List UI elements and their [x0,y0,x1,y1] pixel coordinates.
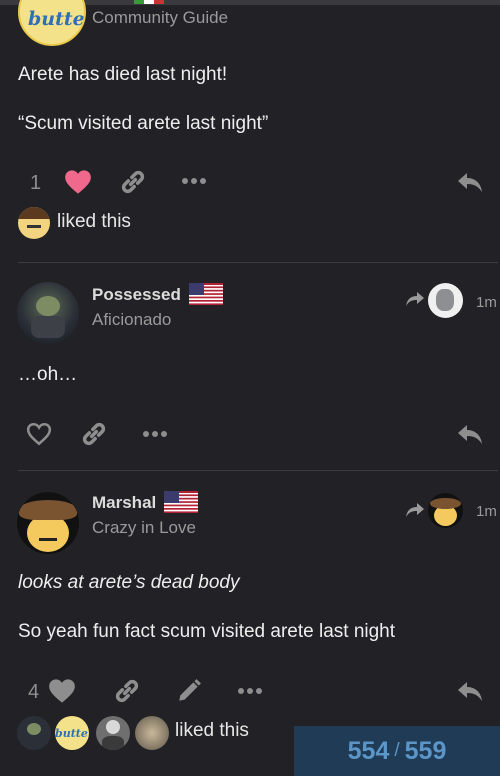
username[interactable]: Marshal [92,493,156,513]
post-time[interactable]: 1m [476,294,497,311]
progress-total: 559 [404,736,447,765]
us-flag-icon [189,283,223,305]
post-divider [18,262,498,263]
reply-to-icon[interactable] [405,502,425,518]
post-divider [18,470,498,471]
heart-icon[interactable] [48,678,76,704]
avatar-logo-text: butte [28,8,85,30]
link-icon[interactable] [119,168,147,196]
avatar-logo-text: butte [55,727,88,740]
heart-outline-icon[interactable] [26,422,52,446]
post-line: looks at arete’s dead body [18,572,240,593]
liker-avatar[interactable] [17,716,51,750]
user-title: Crazy in Love [92,518,196,537]
liked-this-label: liked this [57,211,131,232]
user-avatar[interactable]: butte [18,0,86,46]
post-line: So yeah fun fact scum visited arete last… [18,621,396,642]
progress-current: 554 [347,736,390,765]
edit-icon[interactable] [176,678,202,704]
username[interactable]: Possessed [92,285,181,305]
more-icon[interactable] [142,429,168,439]
like-count[interactable]: 1 [30,172,41,195]
link-icon[interactable] [80,420,108,448]
reply-icon[interactable] [456,679,484,703]
user-avatar[interactable] [17,282,79,344]
progress-separator: / [394,740,400,761]
more-icon[interactable] [237,686,263,696]
post-time[interactable]: 1m [476,503,497,520]
liked-this-label: liked this [175,720,249,741]
user-avatar[interactable] [17,492,79,554]
user-title: Community Guide [92,8,229,27]
reply-to-avatar[interactable] [428,283,463,318]
post-line: Arete has died last night! [18,64,228,85]
us-flag-icon [164,491,198,513]
reply-to-icon[interactable] [405,291,425,307]
reply-icon[interactable] [456,170,484,194]
reply-to-avatar[interactable] [428,493,463,528]
liker-avatar[interactable]: butte [55,716,89,750]
reply-icon[interactable] [456,422,484,446]
post-line: …oh… [18,364,78,385]
post-line: “Scum visited arete last night” [18,113,269,134]
liker-avatar[interactable] [135,716,169,750]
topic-progress[interactable]: 554 / 559 [294,726,500,776]
like-count[interactable]: 4 [28,681,39,704]
liker-avatar[interactable] [96,716,130,750]
flag-icon [134,0,164,4]
heart-icon[interactable] [64,169,92,195]
link-icon[interactable] [113,677,141,705]
more-icon[interactable] [181,176,207,186]
user-title: Aficionado [92,310,172,329]
liker-avatar[interactable] [18,207,50,239]
